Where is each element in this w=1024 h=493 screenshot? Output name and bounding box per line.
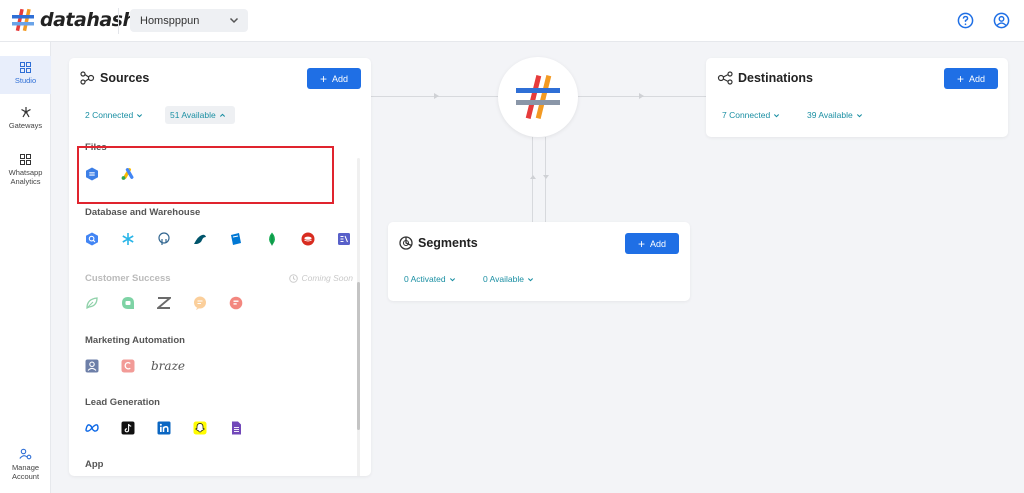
destinations-title: Destinations: [717, 71, 813, 85]
destinations-icon: [717, 71, 733, 85]
braze-logo[interactable]: braze: [151, 359, 185, 373]
plus-icon: +: [319, 71, 327, 86]
chevron-down-icon: [229, 17, 239, 24]
customer-success-icon-row: [85, 296, 265, 310]
c-icon[interactable]: [121, 359, 135, 373]
marketing-icon-row: braze: [85, 359, 185, 373]
sidebar-item-label: Manage Account: [11, 463, 40, 481]
datahash-hub[interactable]: [498, 57, 578, 137]
sidebar-item-label: Whatsapp Analytics: [8, 168, 43, 186]
network-icon: [20, 107, 31, 118]
linkedin-icon[interactable]: [157, 421, 171, 435]
sources-scrollbar-thumb[interactable]: [357, 282, 360, 430]
chevron-down-icon: [856, 113, 862, 117]
sidebar-item-whatsapp-analytics[interactable]: Whatsapp Analytics: [0, 154, 51, 194]
files-highlight-box: [77, 146, 334, 204]
postgresql-icon[interactable]: [157, 232, 171, 246]
person-icon[interactable]: [85, 359, 99, 373]
plus-icon: +: [956, 71, 964, 86]
sidebar-item-manage-account[interactable]: Manage Account: [0, 448, 51, 488]
section-lead-generation: Lead Generation: [85, 397, 160, 408]
sidebar-item-label: Studio: [14, 76, 37, 85]
mongodb-icon[interactable]: [265, 232, 279, 246]
hash-logo-icon: [12, 8, 34, 32]
chevron-down-icon: [527, 277, 534, 281]
arrow-right-icon: [639, 93, 644, 99]
grid-icon: [20, 154, 31, 165]
header-divider: [118, 8, 119, 34]
zendesk-icon: [157, 297, 171, 309]
datahash-logo[interactable]: datahash: [10, 7, 136, 33]
add-destination-button[interactable]: + Add: [944, 68, 998, 89]
arrow-up-icon: [529, 175, 536, 179]
segments-available-filter[interactable]: 0 Available: [478, 270, 539, 288]
sources-connected-filter[interactable]: 2 Connected: [80, 106, 148, 124]
destinations-connected-filter[interactable]: 7 Connected: [717, 106, 785, 124]
redis-icon[interactable]: [301, 232, 315, 246]
chevron-down-icon: [137, 113, 143, 117]
meta-icon[interactable]: [85, 421, 99, 435]
sources-icon: [80, 71, 95, 85]
chevron-up-icon: [219, 113, 225, 117]
bigquery-icon[interactable]: [85, 232, 99, 246]
help-circle-icon[interactable]: [957, 12, 974, 29]
segments-activated-filter[interactable]: 0 Activated: [399, 270, 461, 288]
section-marketing-automation: Marketing Automation: [85, 335, 185, 346]
destinations-card: Destinations + Add 7 Connected 39 Availa…: [706, 58, 1008, 137]
section-database-warehouse: Database and Warehouse: [85, 207, 201, 218]
forms-icon[interactable]: [229, 421, 243, 435]
clock-icon: [289, 273, 299, 283]
arrow-right-icon: [434, 93, 439, 99]
freshchat-icon: [229, 296, 243, 310]
destinations-available-filter[interactable]: 39 Available: [802, 106, 868, 124]
segments-title: Segments: [399, 236, 478, 250]
left-sidebar: Studio Gateways Whatsapp Analytics Manag…: [0, 42, 51, 493]
freshdesk-icon: [122, 297, 134, 309]
sources-card: Sources + Add 2 Connected 51 Available F…: [69, 58, 371, 476]
sources-title: Sources: [80, 71, 149, 85]
database-icon[interactable]: [337, 232, 351, 246]
user-circle-icon[interactable]: [993, 12, 1010, 29]
connector-hub-segments-a: [532, 137, 533, 222]
sources-available-filter[interactable]: 51 Available: [165, 106, 235, 124]
segments-icon: [399, 236, 413, 250]
workspace-selector[interactable]: Homspppun: [130, 9, 248, 32]
chat-icon: [194, 296, 206, 310]
tiktok-icon[interactable]: [121, 421, 135, 435]
coming-soon-badge: Coming Soon: [289, 273, 353, 283]
add-source-button[interactable]: + Add: [307, 68, 361, 89]
hash-logo-icon: [516, 75, 560, 119]
connector-hub-segments-b: [545, 137, 546, 222]
sidebar-item-gateways[interactable]: Gateways: [0, 106, 51, 138]
database-icon-row: [85, 232, 371, 246]
workspace-name: Homspppun: [140, 14, 200, 27]
azure-icon[interactable]: [229, 232, 243, 246]
snowflake-icon[interactable]: [121, 232, 135, 246]
lead-generation-icon-row: [85, 421, 265, 435]
snapchat-icon[interactable]: [193, 421, 207, 435]
sidebar-item-studio[interactable]: Studio: [0, 56, 51, 94]
mysql-icon[interactable]: [193, 232, 207, 246]
arrow-down-icon: [542, 175, 549, 179]
sidebar-item-label: Gateways: [8, 121, 43, 130]
top-header: datahash Homspppun: [0, 0, 1024, 42]
leaf-icon: [86, 297, 98, 310]
users-gear-icon: [19, 448, 32, 460]
chevron-down-icon: [449, 277, 455, 281]
section-app: App: [85, 459, 104, 470]
section-customer-success: Customer Success: [85, 273, 171, 284]
chevron-down-icon: [774, 113, 780, 117]
segments-card: Segments + Add 0 Activated 0 Available: [388, 222, 690, 301]
plus-icon: +: [637, 236, 645, 251]
logo-text: datahash: [40, 9, 136, 31]
grid-icon: [20, 62, 31, 73]
add-segment-button[interactable]: + Add: [625, 233, 679, 254]
